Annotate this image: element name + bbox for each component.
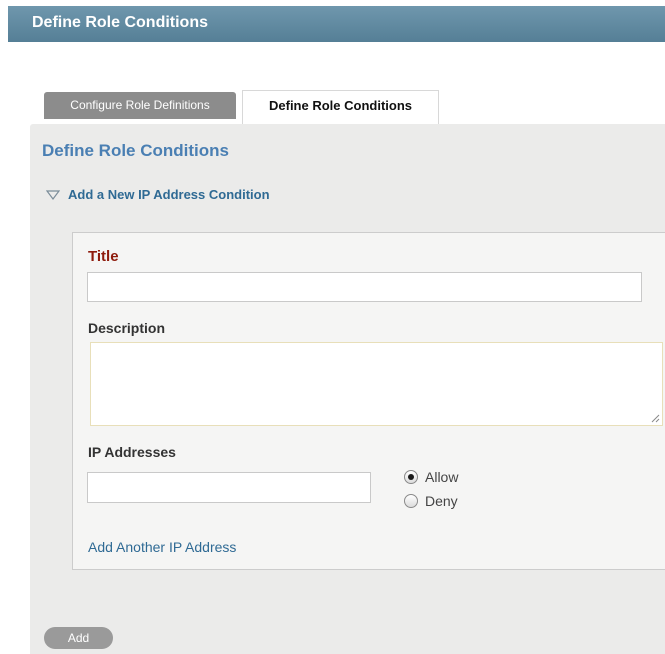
tab-label: Configure Role Definitions (70, 98, 210, 112)
title-label: Title (88, 248, 119, 265)
radio-deny-button[interactable] (404, 494, 418, 508)
title-field[interactable] (87, 272, 642, 302)
radio-deny[interactable]: Deny (404, 493, 458, 509)
page-header: Define Role Conditions (8, 6, 665, 42)
add-another-ip-link[interactable]: Add Another IP Address (88, 539, 236, 555)
add-button[interactable]: Add (44, 627, 113, 649)
section-title: Define Role Conditions (42, 141, 229, 160)
add-ip-condition-toggle[interactable]: Add a New IP Address Condition (46, 187, 270, 202)
expander-label: Add a New IP Address Condition (68, 187, 270, 202)
page-header-title: Define Role Conditions (32, 14, 208, 31)
radio-deny-label: Deny (425, 493, 458, 509)
description-field[interactable] (90, 342, 663, 426)
resize-grip-icon[interactable] (651, 414, 660, 423)
radio-allow-label: Allow (425, 469, 459, 485)
tab-label: Define Role Conditions (269, 98, 412, 113)
ip-address-field[interactable] (87, 472, 371, 503)
radio-allow-button[interactable] (404, 470, 418, 484)
triangle-down-icon (46, 189, 60, 200)
description-label: Description (88, 320, 166, 336)
tab-define-role-conditions[interactable]: Define Role Conditions (242, 90, 439, 125)
tab-configure-role-definitions[interactable]: Configure Role Definitions (44, 92, 236, 119)
ip-addresses-label: IP Addresses (88, 444, 176, 460)
radio-allow[interactable]: Allow (404, 469, 458, 485)
